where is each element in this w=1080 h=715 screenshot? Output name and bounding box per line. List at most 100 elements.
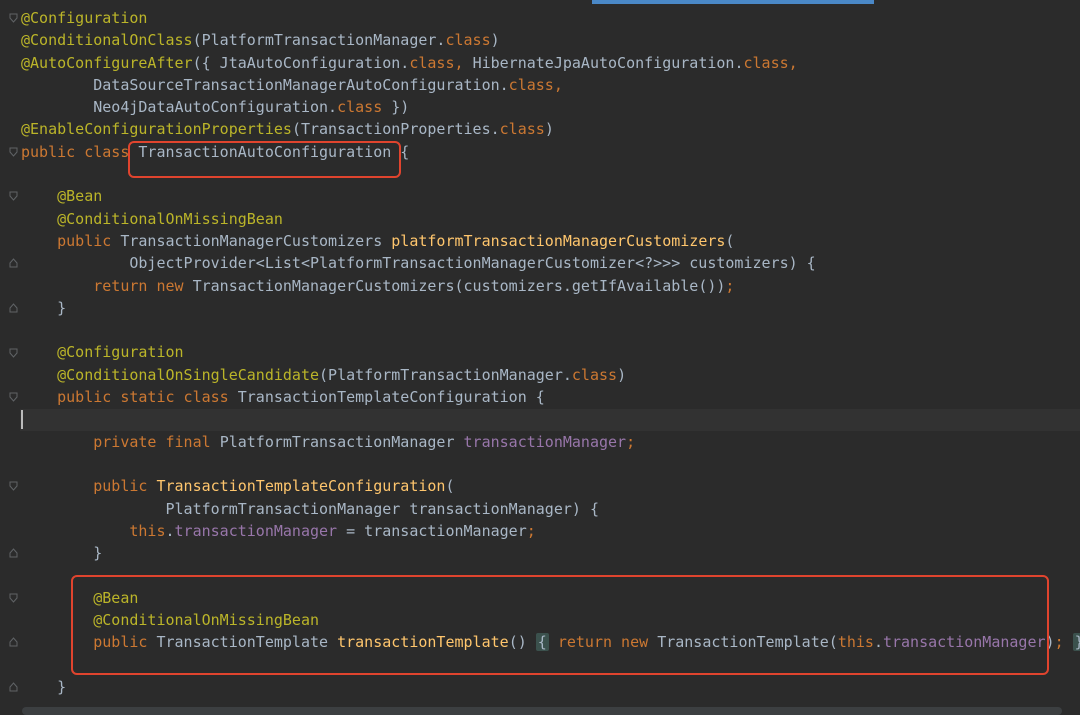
editor-gutter (0, 0, 20, 715)
code-token: @Configuration (57, 343, 184, 362)
code-line: @ConditionalOnMissingBean (21, 208, 1080, 230)
code-token: class, (508, 75, 563, 94)
code-token: ; (626, 432, 636, 451)
fold-open-icon[interactable] (9, 191, 18, 202)
code-token: this (129, 521, 166, 540)
code-line: private final PlatformTransactionManager… (21, 431, 1080, 453)
fold-close-icon[interactable] (9, 637, 18, 647)
code-line: @Configuration (21, 341, 1080, 363)
code-line: } (21, 542, 1080, 564)
code-token: @EnableConfigurationProperties (21, 120, 292, 139)
code-token: class (571, 365, 618, 384)
code-line: public static class TransactionTemplateC… (21, 386, 1080, 408)
code-token: @Bean (57, 187, 103, 206)
class-name-highlight-box (128, 141, 401, 178)
code-token: ; (1054, 633, 1064, 652)
code-token: (PlatformTransactionManager. (192, 31, 446, 50)
code-line: @ConditionalOnSingleCandidate(PlatformTr… (21, 364, 1080, 386)
code-token: ) (490, 31, 500, 50)
code-token: class (337, 98, 392, 117)
fold-close-icon[interactable] (9, 682, 18, 692)
code-line: } (21, 676, 1080, 698)
horizontal-scrollbar[interactable] (22, 707, 1062, 715)
code-line: ObjectProvider<List<PlatformTransactionM… (21, 252, 1080, 274)
code-token: } (1072, 633, 1080, 652)
code-token: (PlatformTransactionManager. (319, 365, 572, 384)
fold-open-icon[interactable] (9, 348, 18, 358)
editor-tab-indicator (592, 0, 874, 4)
code-token: public (93, 477, 157, 496)
code-line: @ConditionalOnClass(PlatformTransactionM… (21, 29, 1080, 51)
code-token: }) (391, 98, 410, 117)
code-line: Neo4jDataAutoConfiguration.class }) (21, 96, 1080, 118)
code-line: this.transactionManager = transactionMan… (21, 520, 1080, 542)
code-token: transactionManager (174, 521, 338, 540)
code-token: ; (725, 276, 735, 295)
fold-close-icon[interactable] (9, 548, 18, 558)
code-token: class, (743, 53, 798, 72)
code-line: DataSourceTransactionManagerAutoConfigur… (21, 74, 1080, 96)
code-token: } (21, 544, 103, 563)
code-token: class (445, 31, 491, 50)
code-token: = transactionManager (337, 521, 527, 540)
code-line: PlatformTransactionManager transactionMa… (21, 498, 1080, 520)
code-line: @EnableConfigurationProperties(Transacti… (21, 118, 1080, 140)
fold-open-icon[interactable] (9, 13, 18, 23)
code-token: class, (409, 53, 473, 72)
code-token: DataSourceTransactionManagerAutoConfigur… (21, 75, 509, 94)
code-token: transactionManager (463, 432, 627, 451)
code-token: TransactionTemplateConfiguration { (237, 388, 545, 407)
code-token: class (499, 120, 545, 139)
fold-close-icon[interactable] (9, 258, 18, 268)
code-token: PlatformTransactionManager (219, 432, 464, 451)
text-caret (21, 410, 23, 429)
code-token: (TransactionProperties. (291, 120, 500, 139)
code-token: Neo4jDataAutoConfiguration. (21, 98, 338, 117)
code-token: ; (526, 521, 536, 540)
fold-open-icon[interactable] (9, 593, 18, 603)
code-token: } (21, 677, 67, 696)
code-editor[interactable]: @Configuration @ConditionalOnClass(Platfo… (0, 0, 1080, 715)
code-token: } (21, 298, 67, 317)
code-token: public static class (57, 388, 238, 407)
code-token: ( (725, 231, 735, 250)
code-token: PlatformTransactionManager transactionMa… (21, 499, 599, 518)
code-line: @Bean (21, 185, 1080, 207)
fold-open-icon[interactable] (9, 147, 18, 157)
code-line: } (21, 297, 1080, 319)
code-token: @ConditionalOnMissingBean (57, 209, 283, 228)
fold-close-icon[interactable] (9, 303, 18, 313)
code-token: platformTransactionManagerCustomizers (391, 231, 726, 250)
fold-open-icon[interactable] (9, 392, 18, 402)
code-token: return new (93, 276, 193, 295)
transaction-template-bean-highlight-box (71, 575, 1049, 675)
code-line: @Configuration (21, 7, 1080, 29)
code-token: TransactionManagerCustomizers(customizer… (192, 276, 726, 295)
code-token: public (57, 231, 121, 250)
code-token: . (165, 521, 175, 540)
code-token: @AutoConfigureAfter (21, 53, 193, 72)
code-line: @AutoConfigureAfter({ JtaAutoConfigurati… (21, 52, 1080, 74)
fold-open-icon[interactable] (9, 481, 18, 492)
code-token: ) (617, 365, 627, 384)
code-token: ObjectProvider<List<PlatformTransactionM… (21, 254, 816, 273)
code-token: TransactionTemplateConfiguration (156, 477, 446, 496)
code-token: public class (21, 142, 139, 161)
code-token: ) (544, 120, 554, 139)
code-token: ( (445, 477, 455, 496)
code-line: return new TransactionManagerCustomizers… (21, 275, 1080, 297)
code-token: TransactionManagerCustomizers (120, 231, 392, 250)
